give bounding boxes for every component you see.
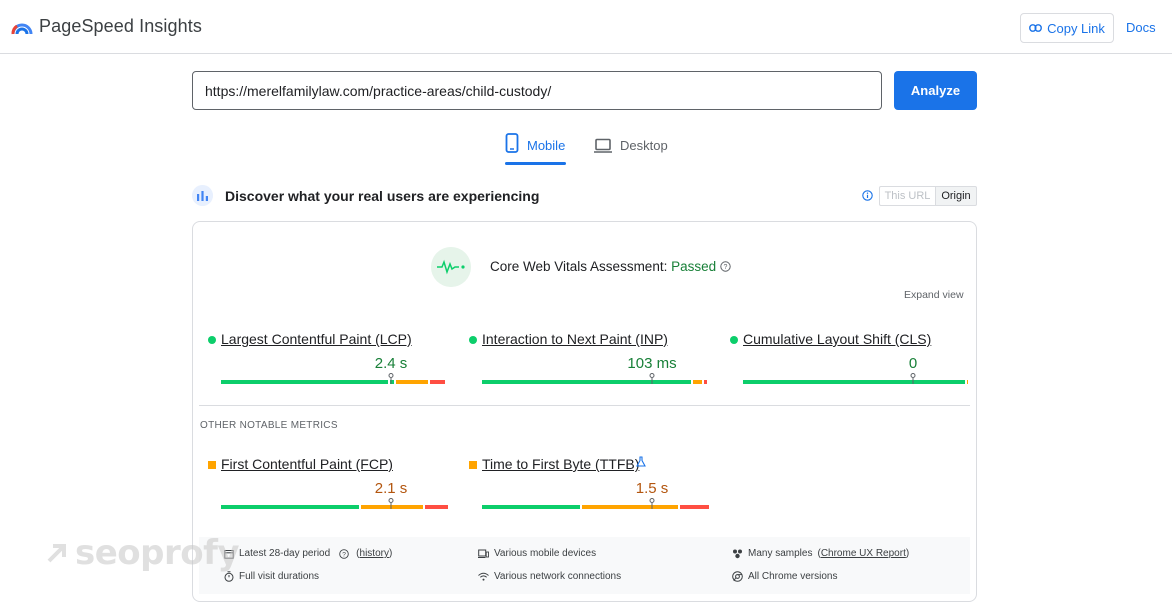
copy-link-button[interactable]: Copy Link (1020, 13, 1114, 43)
pagespeed-logo-icon (11, 23, 33, 35)
other-metrics-title: OTHER NOTABLE METRICS (200, 420, 338, 431)
svg-text:?: ? (342, 551, 346, 558)
metric-name[interactable]: Cumulative Layout Shift (CLS) (743, 331, 931, 347)
vitals-pulse-icon (431, 247, 471, 287)
scope-this-url-toggle[interactable]: This URL (879, 186, 936, 206)
metric-name[interactable]: First Contentful Paint (FCP) (221, 456, 393, 472)
metric-value: 103 ms (627, 355, 677, 372)
average-status-square (208, 461, 216, 469)
poor-segment (704, 380, 707, 384)
good-segment (482, 380, 691, 384)
p75-marker (649, 498, 655, 509)
cwv-label: Core Web Vitals Assessment: (490, 259, 668, 274)
docs-link[interactable]: Docs (1126, 20, 1156, 35)
versions-info: All Chrome versions (732, 571, 837, 582)
arrow-up-right-icon (47, 544, 66, 563)
tab-desktop[interactable]: Desktop (594, 133, 668, 165)
distribution-bar (482, 380, 709, 384)
durations-text: Full visit durations (239, 571, 320, 582)
metric-fcp: First Contentful Paint (FCP) 2.1 s (208, 451, 448, 511)
field-data-footer (199, 537, 970, 594)
info-icon[interactable] (862, 190, 873, 201)
devices-text: Various mobile devices (494, 548, 597, 559)
metric-lcp: Largest Contentful Paint (LCP) 2.4 s (208, 326, 445, 386)
field-data-title: Discover what your real users are experi… (225, 188, 540, 204)
distribution-bar (743, 380, 968, 384)
section-divider (199, 405, 970, 406)
devices-icon (478, 549, 489, 558)
period-info: Latest 28-day period ? (history) (224, 548, 392, 559)
metric-value: 2.4 s (374, 355, 408, 372)
metric-name[interactable]: Interaction to Next Paint (INP) (482, 331, 668, 347)
connections-info: Various network connections (478, 571, 621, 582)
average-segment (396, 380, 428, 384)
samples-text: Many samples (748, 548, 813, 559)
help-icon[interactable]: ? (339, 548, 349, 559)
good-status-dot (208, 336, 216, 344)
metric-value: 0 (908, 355, 918, 372)
p75-marker (388, 498, 394, 509)
app-title: PageSpeed Insights (39, 16, 202, 36)
period-text: Latest 28-day period (239, 548, 331, 559)
history-link[interactable]: history (360, 548, 389, 559)
distribution-bar (482, 505, 709, 509)
poor-segment (430, 380, 445, 384)
connections-text: Various network connections (494, 571, 622, 582)
url-input[interactable] (192, 71, 882, 110)
app-header: PageSpeed Insights Copy Link Docs (0, 0, 1172, 54)
wifi-icon (478, 572, 489, 581)
versions-text: All Chrome versions (748, 571, 838, 582)
mobile-phone-icon (505, 133, 519, 153)
chrome-ux-report-link[interactable]: Chrome UX Report (821, 548, 906, 559)
average-status-square (469, 461, 477, 469)
svg-text:?: ? (724, 264, 728, 271)
metric-ttfb: Time to First Byte (TTFB) 1.5 s (469, 451, 709, 511)
metric-inp: Interaction to Next Paint (INP) 103 ms (469, 326, 707, 386)
poor-segment (425, 505, 448, 509)
copy-link-label: Copy Link (1047, 20, 1105, 36)
crux-users-icon (192, 185, 213, 206)
experimental-flask-icon (636, 456, 646, 467)
metric-name[interactable]: Largest Contentful Paint (LCP) (221, 331, 412, 347)
good-segment (221, 505, 359, 509)
p75-marker (649, 373, 655, 384)
metric-value: 1.5 s (635, 480, 669, 497)
distribution-bar (221, 505, 448, 509)
average-segment (693, 380, 702, 384)
help-icon[interactable]: ? (720, 261, 731, 272)
distribution-bar (221, 380, 448, 384)
poor-segment (680, 505, 709, 509)
good-status-dot (730, 336, 738, 344)
metric-value: 2.1 s (374, 480, 408, 497)
expand-view-link[interactable]: Expand view (904, 289, 964, 301)
p75-marker (388, 373, 394, 384)
good-segment (482, 505, 580, 509)
average-segment (361, 505, 423, 509)
tab-mobile-label: Mobile (527, 138, 566, 153)
devices-info: Various mobile devices (478, 548, 596, 559)
watermark-text: seoprofy (75, 533, 240, 573)
metric-cls: Cumulative Layout Shift (CLS) 0 (730, 326, 968, 386)
analyze-button[interactable]: Analyze (894, 71, 977, 110)
good-segment (743, 380, 965, 384)
laptop-icon (594, 138, 612, 153)
tab-mobile[interactable]: Mobile (505, 133, 567, 165)
users-group-icon (733, 549, 742, 558)
metric-name[interactable]: Time to First Byte (TTFB) (482, 456, 639, 472)
cwv-status: Passed (671, 259, 717, 274)
samples-info: Many samples (Chrome UX Report) (732, 548, 909, 559)
good-status-dot (469, 336, 477, 344)
average-segment (582, 505, 678, 509)
chrome-icon (732, 571, 743, 582)
good-segment (221, 380, 388, 384)
link-icon (1029, 24, 1042, 32)
average-segment (967, 380, 968, 384)
scope-origin-toggle[interactable]: Origin (936, 186, 977, 206)
cwv-assessment: Core Web Vitals Assessment: Passed (490, 259, 716, 274)
p75-marker (910, 373, 916, 384)
seoprofy-watermark: seoprofy (45, 533, 240, 573)
tab-desktop-label: Desktop (620, 138, 668, 153)
